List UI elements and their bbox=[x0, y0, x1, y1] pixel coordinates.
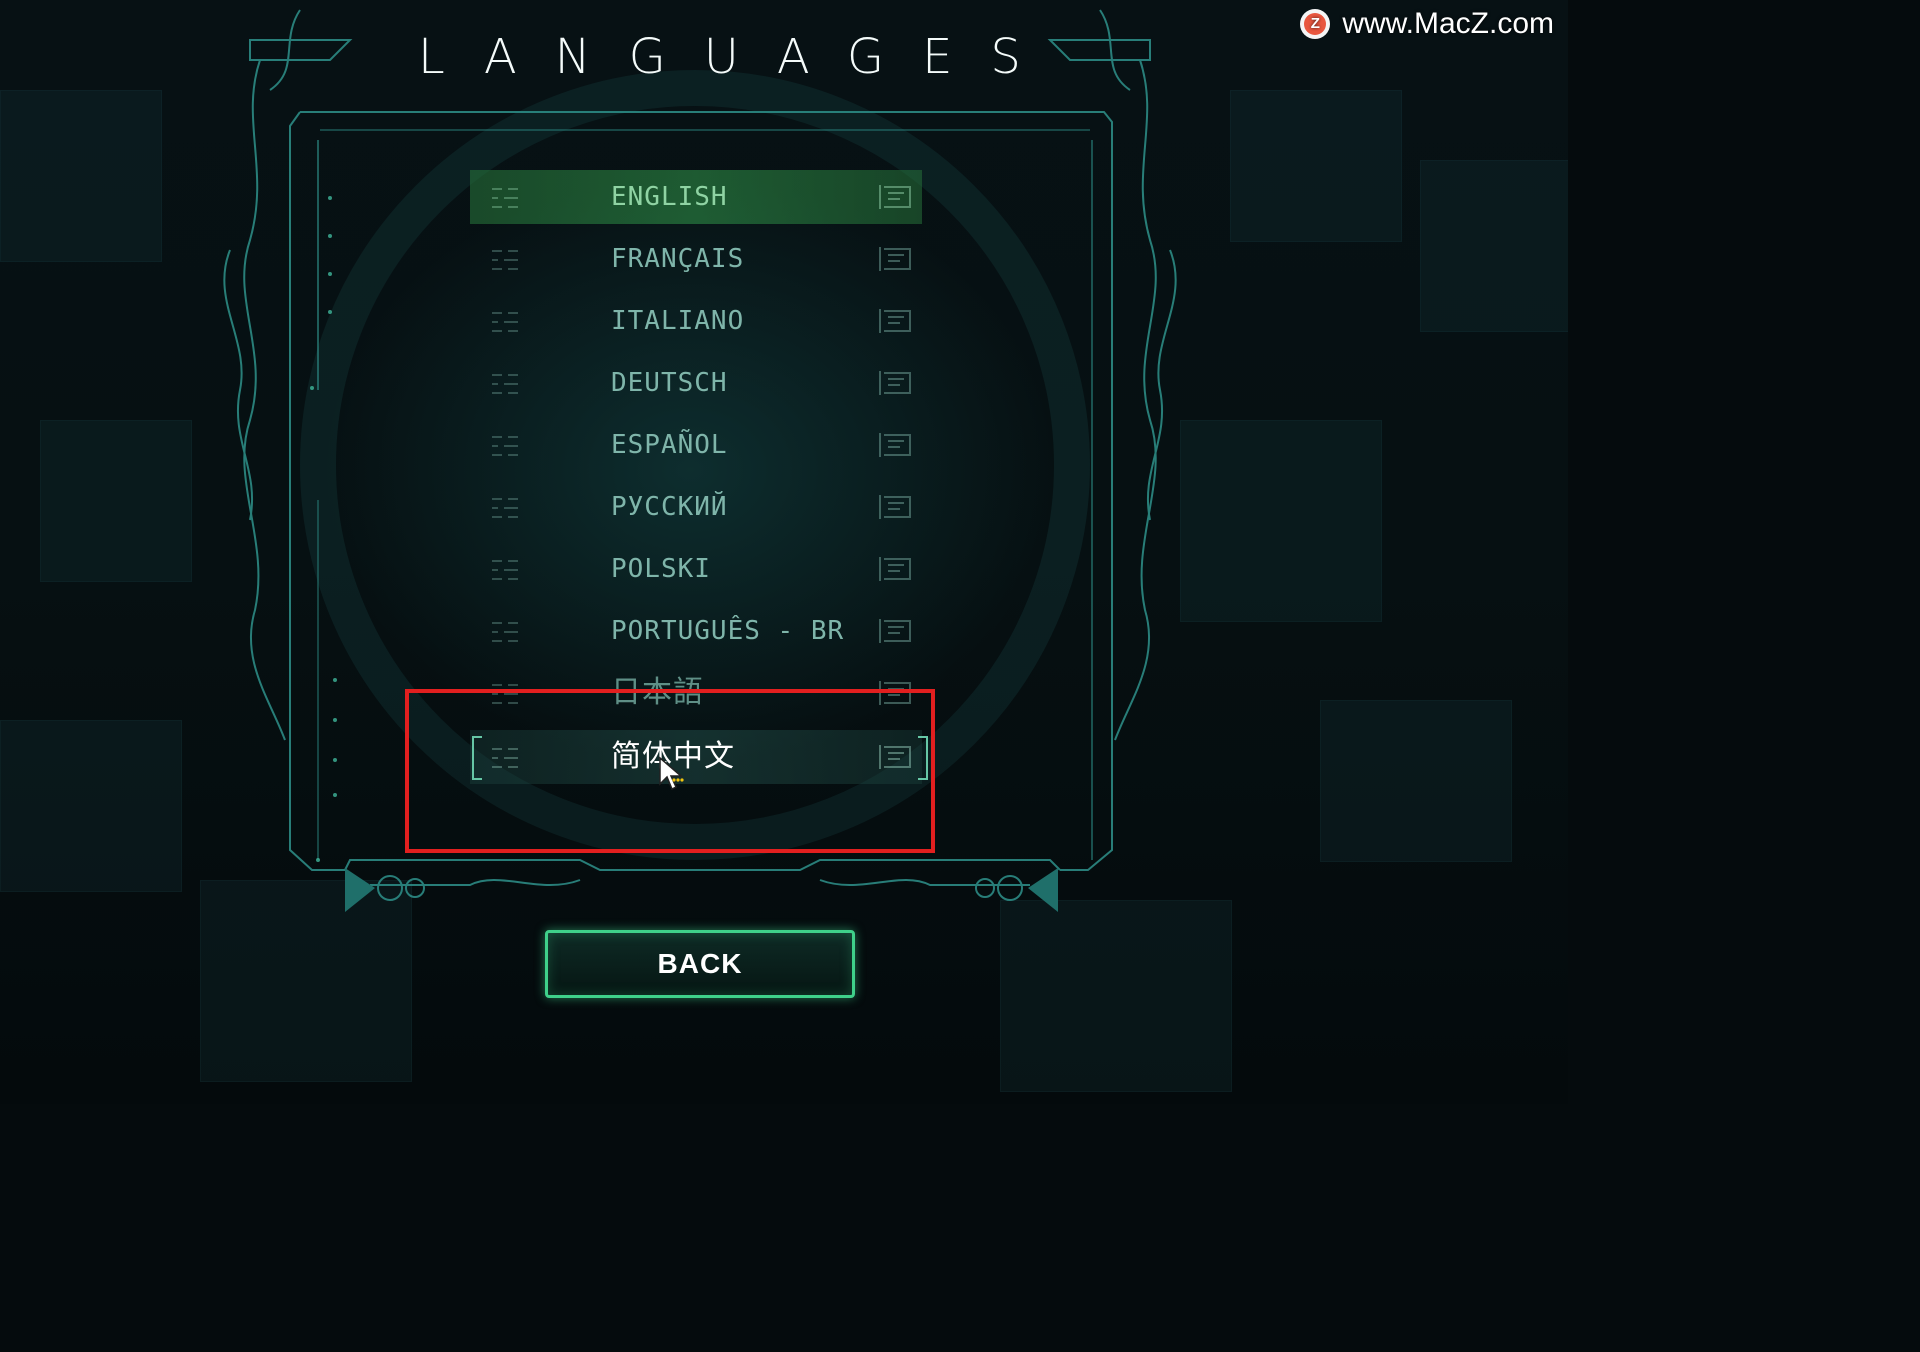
circuit-glyph-icon bbox=[492, 622, 518, 642]
language-option-portuguese-br[interactable]: PORTUGUÊS - BR bbox=[470, 604, 922, 658]
language-option-french[interactable]: FRANÇAIS bbox=[470, 232, 922, 286]
language-option-polish[interactable]: POLSKI bbox=[470, 542, 922, 596]
circuit-glyph-icon bbox=[492, 312, 518, 332]
mouse-pointer-icon bbox=[659, 756, 684, 791]
language-label: PORTUGUÊS - BR bbox=[611, 616, 845, 646]
circuit-glyph-icon bbox=[492, 436, 518, 456]
panel-glyph-icon bbox=[879, 495, 911, 519]
panel-glyph-icon bbox=[879, 185, 911, 209]
language-label: POLSKI bbox=[611, 554, 711, 584]
page-title: LANGUAGES bbox=[418, 29, 1059, 85]
back-button-label: BACK bbox=[657, 948, 743, 979]
watermark-logo-letter: Z bbox=[1304, 13, 1327, 35]
back-button[interactable]: BACK bbox=[545, 930, 855, 998]
panel-glyph-icon bbox=[879, 433, 911, 457]
panel-glyph-icon bbox=[879, 619, 911, 643]
language-option-spanish[interactable]: ESPAÑOL bbox=[470, 418, 922, 472]
language-option-english[interactable]: ENGLISH bbox=[470, 170, 922, 224]
language-label: ITALIANO bbox=[611, 306, 745, 336]
panel-glyph-icon bbox=[879, 557, 911, 581]
watermark-text: www.MacZ.com bbox=[1342, 7, 1554, 40]
circuit-glyph-icon bbox=[492, 374, 518, 394]
circuit-glyph-icon bbox=[492, 498, 518, 518]
language-option-italian[interactable]: ITALIANO bbox=[470, 294, 922, 348]
language-option-german[interactable]: DEUTSCH bbox=[470, 356, 922, 410]
circuit-glyph-icon bbox=[492, 250, 518, 270]
watermark: Z www.MacZ.com bbox=[1300, 6, 1554, 42]
language-label: ENGLISH bbox=[611, 182, 728, 212]
language-label: FRANÇAIS bbox=[611, 244, 745, 274]
panel-glyph-icon bbox=[879, 371, 911, 395]
language-label: РУССКИЙ bbox=[611, 492, 728, 522]
panel-glyph-icon bbox=[879, 309, 911, 333]
game-screen: LANGUAGES Z www.MacZ.com ENGLISH FRANÇAI… bbox=[0, 0, 1568, 1104]
circuit-glyph-icon bbox=[492, 560, 518, 580]
panel-glyph-icon bbox=[879, 247, 911, 271]
language-option-russian[interactable]: РУССКИЙ bbox=[470, 480, 922, 534]
macz-logo-icon: Z bbox=[1300, 9, 1331, 39]
language-label: DEUTSCH bbox=[611, 368, 728, 398]
language-label: ESPAÑOL bbox=[611, 430, 728, 460]
circuit-glyph-icon bbox=[492, 188, 518, 208]
